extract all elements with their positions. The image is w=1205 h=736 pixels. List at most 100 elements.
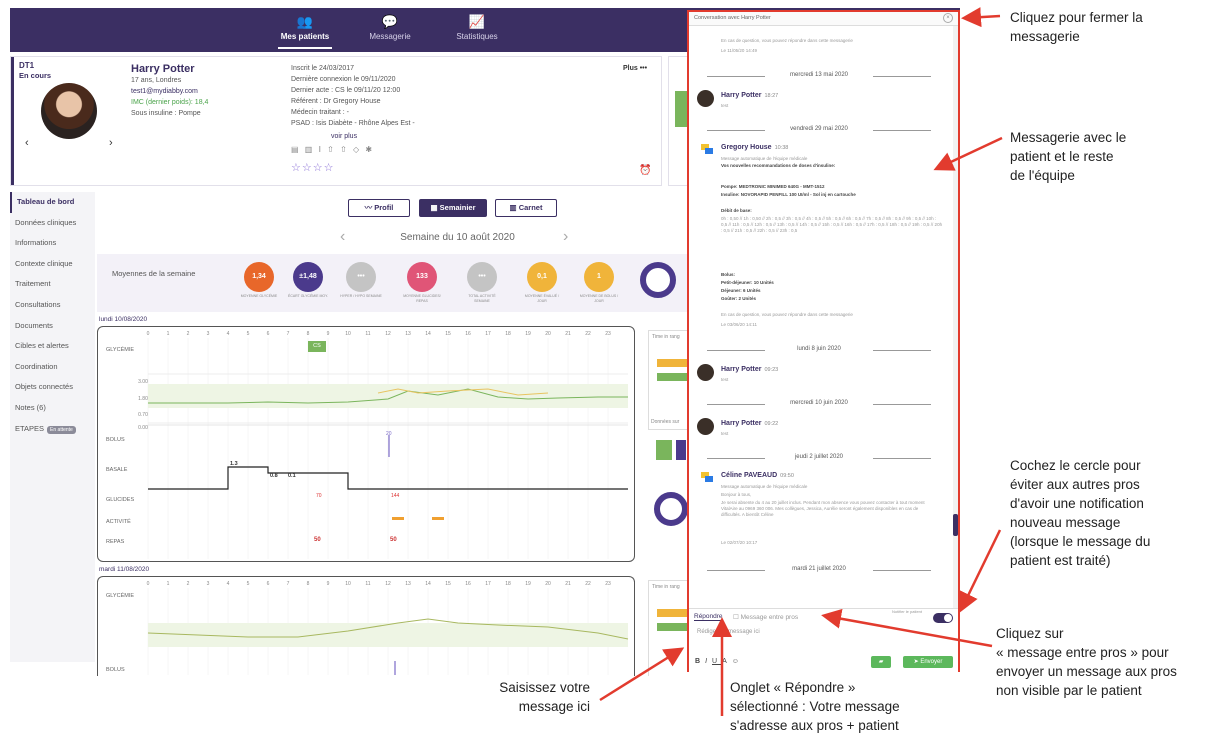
underline-icon[interactable]: U bbox=[712, 658, 722, 665]
hour-tick: 3 bbox=[207, 331, 210, 337]
arrow-close bbox=[961, 7, 1001, 28]
emoji-icon[interactable]: ☺ bbox=[732, 658, 744, 665]
format-toolbar[interactable]: BIUA☺ bbox=[695, 658, 744, 665]
consultation-badge[interactable]: CS bbox=[308, 341, 326, 352]
checkbox-icon: ☐ bbox=[733, 614, 741, 621]
date-separator: jeudi 2 juillet 2020 bbox=[699, 454, 939, 460]
scrollbar-thumb[interactable] bbox=[953, 514, 958, 536]
gly-tick: 3.00 bbox=[138, 379, 148, 385]
averages-label: Moyennes de la semaine bbox=[112, 269, 196, 278]
average-circle: ••• bbox=[346, 262, 376, 292]
meal-marker[interactable]: 50 bbox=[390, 537, 397, 543]
day-chart[interactable]: 0 1 2 3 4 5 6 7 8 9 10 11 12 13 14 15 16 17 18 19 20 21 22 23 G… bbox=[97, 326, 635, 562]
bold-icon[interactable]: B bbox=[695, 658, 705, 665]
date-separator: mercredi 10 juin 2020 bbox=[699, 400, 939, 406]
font-size-icon[interactable]: A bbox=[722, 658, 732, 665]
annotation-line: d'avoir une notification bbox=[1010, 496, 1144, 511]
day-chart[interactable]: 0 1 2 3 4 5 6 7 8 9 10 11 12 13 14 15 16 17 18 19 20 21 22 23 G… bbox=[97, 576, 635, 676]
tab-statistiques[interactable]: 📈 Statistiques bbox=[432, 14, 522, 41]
button-label: Semainier bbox=[439, 203, 476, 212]
scrollbar[interactable] bbox=[953, 26, 958, 616]
annotation-line: Cliquez pour fermer la bbox=[1010, 10, 1143, 25]
sidebar-item-objets-connectes[interactable]: Objets connectés bbox=[10, 377, 95, 398]
sidebar-item-cibles-alertes[interactable]: Cibles et alertes bbox=[10, 336, 95, 357]
sidebar-item-etapes[interactable]: ETAPES En attente bbox=[10, 419, 95, 440]
conversation-title: Conversation avec Harry Potter bbox=[694, 15, 771, 21]
message-list[interactable]: En cas de question, vous pouvez répondre… bbox=[689, 26, 954, 616]
rating-stars-icon[interactable]: ☆☆☆☆ bbox=[291, 161, 334, 174]
patient-email[interactable]: test1@mydiabby.com bbox=[131, 88, 198, 95]
prev-week-chevron-icon[interactable]: ‹ bbox=[340, 228, 345, 246]
message-time: 09:23 bbox=[764, 367, 779, 373]
hour-tick: 19 bbox=[525, 581, 531, 587]
prev-patient-chevron-icon[interactable]: ‹ bbox=[25, 137, 29, 149]
average-circle: 0,1 bbox=[527, 262, 557, 292]
target-range-band bbox=[148, 384, 628, 408]
patient-name[interactable]: Harry Potter bbox=[131, 63, 195, 75]
sidebar-item-donnees-cliniques[interactable]: Données cliniques bbox=[10, 213, 95, 234]
hour-tick: 7 bbox=[287, 331, 290, 337]
tab-mes-patients[interactable]: 👥 Mes patients bbox=[260, 14, 350, 49]
gly-tick: 1.80 bbox=[138, 396, 148, 402]
side-card bbox=[668, 56, 688, 186]
carnet-button[interactable]: ▥ Carnet bbox=[495, 199, 557, 217]
message-text: Insuline: NOVORAPID PENFILL 100 UI/ml - … bbox=[721, 192, 941, 198]
avatar bbox=[697, 90, 714, 107]
profil-button[interactable]: 〰 Profil bbox=[348, 199, 410, 217]
sidebar-item-notes[interactable]: Notes (6) bbox=[10, 398, 95, 419]
next-patient-chevron-icon[interactable]: › bbox=[109, 137, 113, 149]
hour-tick: 9 bbox=[327, 331, 330, 337]
sidebar-item-informations[interactable]: Informations bbox=[10, 233, 95, 254]
attach-button[interactable]: ▰ bbox=[871, 656, 891, 668]
semainier-button[interactable]: ▦ Semainier bbox=[419, 199, 487, 217]
tab-label: Statistiques bbox=[456, 32, 498, 41]
plus-menu-button[interactable]: Plus ••• bbox=[623, 65, 647, 72]
tab-message-entre-pros[interactable]: ☐ Message entre pros bbox=[733, 613, 798, 621]
tab-repondre[interactable]: Répondre bbox=[694, 613, 723, 621]
hour-tick: 10 bbox=[345, 581, 351, 587]
sidebar-item-label: Cibles et alertes bbox=[15, 341, 69, 351]
annotation-close: Cliquez pour fermer la messagerie bbox=[1010, 8, 1143, 46]
tab-messagerie[interactable]: 💬 Messagerie bbox=[345, 14, 435, 41]
summary-block bbox=[656, 440, 672, 460]
send-button[interactable]: ➤ Envoyer bbox=[903, 656, 953, 668]
hour-tick: 13 bbox=[405, 331, 411, 337]
stats-icon: 📈 bbox=[468, 14, 486, 29]
sidebar-item-label: Informations bbox=[15, 238, 57, 248]
annotation-line: de l'équipe bbox=[1010, 168, 1075, 183]
notebook-icon: ▥ bbox=[509, 203, 519, 212]
annotation-line: Cliquez sur bbox=[996, 626, 1064, 641]
italic-icon[interactable]: I bbox=[705, 658, 712, 665]
hour-tick: 10 bbox=[345, 331, 351, 337]
annotation-circle: Cochez le cercle pour éviter aux autres p… bbox=[1010, 456, 1150, 570]
next-week-chevron-icon[interactable]: › bbox=[563, 228, 568, 246]
message-text: Déjeuner: 6 Unités bbox=[721, 288, 761, 294]
arrow-circle bbox=[959, 529, 1002, 613]
annotation-line: messagerie bbox=[1010, 29, 1080, 44]
team-message-icon bbox=[701, 144, 713, 154]
author-name: Harry Potter bbox=[721, 366, 762, 373]
author-name: Céline PAVEAUD bbox=[721, 472, 778, 479]
message-author: Gregory House 10:38 bbox=[721, 144, 788, 151]
message-text: Vos nouvelles recommandations de doses d… bbox=[721, 163, 941, 169]
hour-tick: 9 bbox=[327, 581, 330, 587]
sidebar-item-coordination[interactable]: Coordination bbox=[10, 357, 95, 378]
time-in-range-label: Time in rang bbox=[652, 584, 680, 590]
sidebar-item-contexte-clinique[interactable]: Contexte clinique bbox=[10, 254, 95, 275]
voir-plus-link[interactable]: voir plus bbox=[331, 133, 357, 140]
date-separator: mardi 21 juillet 2020 bbox=[699, 566, 939, 572]
bolus-petit: Petit-déjeuner: 10 Unités bbox=[721, 280, 774, 285]
gly-tick: 0.70 bbox=[138, 412, 148, 418]
device-icons: ▤ ▥ Ⅰ ⇧ ⇧ ◇ ✱ bbox=[291, 145, 375, 154]
meal-marker[interactable]: 50 bbox=[314, 537, 321, 543]
sidebar-item-traitement[interactable]: Traitement bbox=[10, 274, 95, 295]
sidebar-item-documents[interactable]: Documents bbox=[10, 316, 95, 337]
hour-tick: 21 bbox=[565, 581, 571, 587]
notify-toggle[interactable] bbox=[933, 613, 953, 623]
sidebar-item-tableau-de-bord[interactable]: Tableau de bord bbox=[10, 192, 95, 213]
close-icon[interactable]: × bbox=[943, 13, 953, 23]
message-input[interactable]: Rédiger un message ici bbox=[697, 629, 947, 643]
alarm-clock-icon[interactable]: ⏰ bbox=[639, 165, 651, 176]
sidebar-item-consultations[interactable]: Consultations bbox=[10, 295, 95, 316]
target-range-band bbox=[148, 623, 628, 647]
